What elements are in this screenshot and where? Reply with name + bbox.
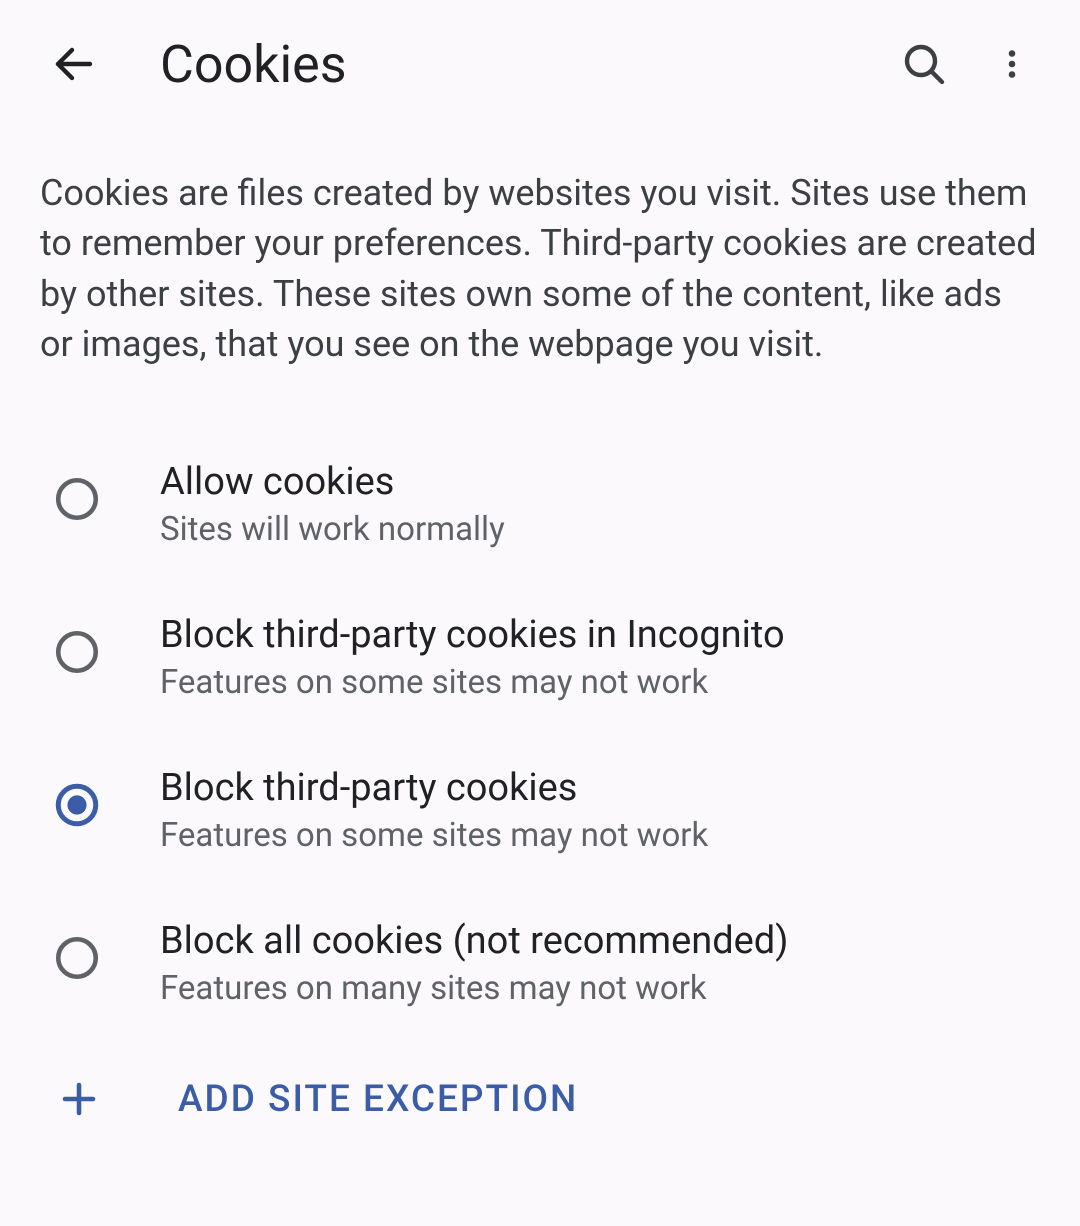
radio-unselected-icon — [52, 474, 102, 524]
option-title: Block all cookies (not recommended) — [160, 919, 1040, 963]
option-title: Block third-party cookies in Incognito — [160, 613, 1040, 657]
option-description: Features on many sites may not work — [160, 969, 1040, 1008]
option-block-all-cookies[interactable]: Block all cookies (not recommended) Feat… — [40, 889, 1040, 1042]
more-button[interactable] — [980, 32, 1044, 96]
option-description: Features on some sites may not work — [160, 816, 1040, 855]
option-block-third-party-incognito[interactable]: Block third-party cookies in Incognito F… — [40, 583, 1040, 736]
back-button[interactable] — [42, 32, 106, 96]
radio-button[interactable] — [52, 780, 102, 830]
option-description: Features on some sites may not work — [160, 663, 1040, 702]
option-description: Sites will work normally — [160, 510, 1040, 549]
option-block-third-party[interactable]: Block third-party cookies Features on so… — [40, 736, 1040, 889]
page-title: Cookies — [160, 34, 848, 95]
radio-button[interactable] — [52, 627, 102, 677]
radio-selected-icon — [52, 780, 102, 830]
radio-unselected-icon — [52, 627, 102, 677]
option-title: Block third-party cookies — [160, 766, 1040, 810]
option-title: Allow cookies — [160, 460, 1040, 504]
top-app-bar: Cookies — [0, 0, 1080, 128]
plus-icon — [58, 1078, 100, 1120]
cookies-description: Cookies are files created by websites yo… — [0, 128, 1080, 390]
option-text: Block third-party cookies in Incognito F… — [160, 613, 1040, 702]
radio-button[interactable] — [52, 474, 102, 524]
search-icon — [900, 40, 948, 88]
option-text: Allow cookies Sites will work normally — [160, 460, 1040, 549]
option-text: Block all cookies (not recommended) Feat… — [160, 919, 1040, 1008]
option-allow-cookies[interactable]: Allow cookies Sites will work normally — [40, 430, 1040, 583]
topbar-actions — [892, 32, 1044, 96]
add-site-exception-label: ADD SITE EXCEPTION — [178, 1078, 578, 1121]
more-vert-icon — [994, 40, 1030, 88]
radio-button[interactable] — [52, 933, 102, 983]
cookie-options-group: Allow cookies Sites will work normally B… — [0, 390, 1080, 1141]
search-button[interactable] — [892, 32, 956, 96]
add-site-exception-button[interactable]: ADD SITE EXCEPTION — [40, 1042, 1040, 1141]
arrow-left-icon — [50, 40, 98, 88]
radio-unselected-icon — [52, 933, 102, 983]
option-text: Block third-party cookies Features on so… — [160, 766, 1040, 855]
